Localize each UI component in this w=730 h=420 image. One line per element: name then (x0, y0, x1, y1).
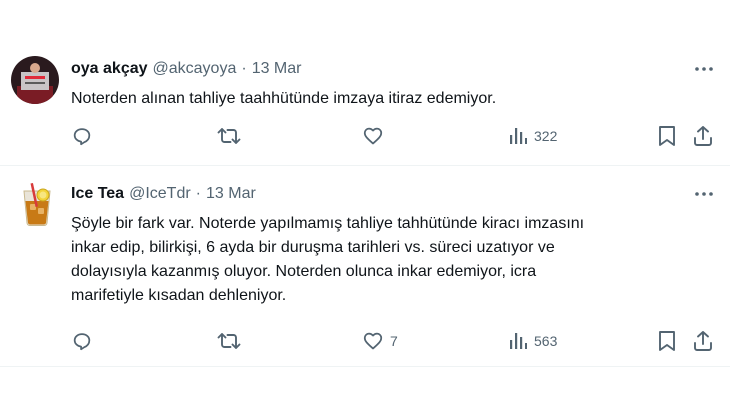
views-button[interactable]: 563 (508, 329, 557, 353)
tweet[interactable]: Ice Tea @IceTdr · 13 Mar Şöyle bir fark … (0, 166, 730, 366)
like-button[interactable] (362, 124, 390, 148)
more-options-button[interactable] (692, 184, 716, 204)
author-name[interactable]: oya akçay (71, 59, 148, 79)
share-button[interactable] (693, 124, 713, 148)
tweet-actions: 322 (0, 124, 730, 148)
repost-icon (217, 333, 241, 349)
tweet-text: Noterden alınan tahliye taahhütünde imza… (71, 90, 497, 107)
tweet-actions: 7 563 (0, 329, 730, 353)
repost-button[interactable] (217, 329, 247, 353)
tweet-date[interactable]: 13 Mar (206, 184, 256, 204)
separator-dot: · (195, 185, 201, 202)
views-chart-icon (510, 333, 527, 349)
heart-icon (363, 332, 383, 350)
avatar[interactable] (13, 181, 61, 229)
bookmark-button[interactable] (657, 329, 677, 353)
divider (0, 366, 730, 367)
share-icon (694, 126, 712, 146)
tweet-date[interactable]: 13 Mar (252, 59, 302, 79)
avatar[interactable] (11, 56, 59, 104)
reply-button[interactable] (71, 124, 99, 148)
view-count: 322 (534, 128, 558, 144)
more-options-button[interactable] (692, 59, 716, 79)
share-button[interactable] (693, 329, 713, 353)
repost-icon (217, 128, 241, 144)
bookmark-icon (659, 126, 675, 146)
iced-tea-glass-icon (13, 181, 61, 229)
views-button[interactable]: 322 (508, 124, 557, 148)
author-handle[interactable]: @IceTdr (129, 184, 191, 204)
views-chart-icon (510, 128, 527, 144)
bookmark-icon (659, 331, 675, 351)
tweet-text: Şöyle bir fark var. Noterde yapılmamış t… (71, 215, 585, 304)
avatar-photo-icon (11, 56, 59, 104)
like-button[interactable]: 7 (362, 329, 398, 353)
like-count: 7 (390, 333, 398, 349)
reply-button[interactable] (71, 329, 99, 353)
reply-icon (73, 333, 91, 351)
heart-icon (363, 127, 383, 145)
view-count: 563 (534, 333, 558, 349)
separator-dot: · (241, 60, 247, 77)
bookmark-button[interactable] (657, 124, 677, 148)
more-dots-icon (695, 192, 713, 196)
tweet-header: Ice Tea @IceTdr · 13 Mar (71, 184, 256, 204)
author-handle[interactable]: @akcayoya (153, 59, 237, 79)
share-icon (694, 331, 712, 351)
more-dots-icon (695, 67, 713, 71)
reply-icon (73, 128, 91, 146)
repost-button[interactable] (217, 124, 247, 148)
tweet-header: oya akçay @akcayoya · 13 Mar (71, 59, 301, 79)
tweet[interactable]: oya akçay @akcayoya · 13 Mar Noterden al… (0, 0, 730, 168)
author-name[interactable]: Ice Tea (71, 184, 124, 204)
